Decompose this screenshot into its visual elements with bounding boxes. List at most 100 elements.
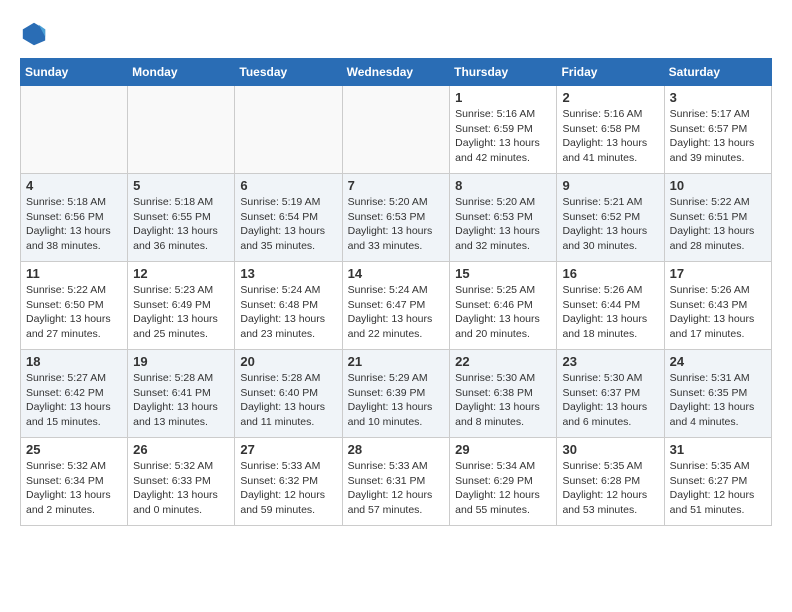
calendar-cell: 2 Sunrise: 5:16 AM Sunset: 6:58 PM Daylig… (557, 86, 664, 174)
day-info: Sunrise: 5:33 AM Sunset: 6:32 PM Dayligh… (240, 459, 336, 518)
calendar-cell (128, 86, 235, 174)
day-info: Sunrise: 5:24 AM Sunset: 6:48 PM Dayligh… (240, 283, 336, 342)
calendar-table: SundayMondayTuesdayWednesdayThursdayFrid… (20, 58, 772, 526)
calendar-cell: 16 Sunrise: 5:26 AM Sunset: 6:44 PM Dayli… (557, 262, 664, 350)
calendar-cell: 13 Sunrise: 5:24 AM Sunset: 6:48 PM Dayli… (235, 262, 342, 350)
calendar-cell: 11Sunrise: 5:22 AM Sunset: 6:50 PM Dayli… (21, 262, 128, 350)
calendar-week-row: 18 Sunrise: 5:27 AM Sunset: 6:42 PM Dayli… (21, 350, 772, 438)
calendar-cell: 24 Sunrise: 5:31 AM Sunset: 6:35 PM Dayli… (664, 350, 771, 438)
day-number: 20 (240, 354, 336, 369)
day-number: 6 (240, 178, 336, 193)
day-number: 14 (348, 266, 445, 281)
day-number: 24 (670, 354, 766, 369)
calendar-cell: 20 Sunrise: 5:28 AM Sunset: 6:40 PM Dayli… (235, 350, 342, 438)
col-header-sunday: Sunday (21, 59, 128, 86)
day-number: 22 (455, 354, 551, 369)
day-info: Sunrise: 5:30 AM Sunset: 6:38 PM Dayligh… (455, 371, 551, 430)
day-number: 19 (133, 354, 229, 369)
day-info: Sunrise: 5:25 AM Sunset: 6:46 PM Dayligh… (455, 283, 551, 342)
logo-icon (20, 20, 48, 48)
calendar-cell: 14 Sunrise: 5:24 AM Sunset: 6:47 PM Dayli… (342, 262, 450, 350)
calendar-cell: 25 Sunrise: 5:32 AM Sunset: 6:34 PM Dayli… (21, 438, 128, 526)
calendar-cell: 27 Sunrise: 5:33 AM Sunset: 6:32 PM Dayli… (235, 438, 342, 526)
col-header-tuesday: Tuesday (235, 59, 342, 86)
header-row: SundayMondayTuesdayWednesdayThursdayFrid… (21, 59, 772, 86)
calendar-week-row: 1 Sunrise: 5:16 AM Sunset: 6:59 PM Daylig… (21, 86, 772, 174)
day-info: Sunrise: 5:22 AM Sunset: 6:50 PM Dayligh… (26, 283, 122, 342)
day-number: 26 (133, 442, 229, 457)
day-info: Sunrise: 5:17 AM Sunset: 6:57 PM Dayligh… (670, 107, 766, 166)
calendar-cell: 15 Sunrise: 5:25 AM Sunset: 6:46 PM Dayli… (450, 262, 557, 350)
day-number: 29 (455, 442, 551, 457)
day-info: Sunrise: 5:35 AM Sunset: 6:28 PM Dayligh… (562, 459, 658, 518)
calendar-cell: 23 Sunrise: 5:30 AM Sunset: 6:37 PM Dayli… (557, 350, 664, 438)
day-info: Sunrise: 5:34 AM Sunset: 6:29 PM Dayligh… (455, 459, 551, 518)
day-info: Sunrise: 5:31 AM Sunset: 6:35 PM Dayligh… (670, 371, 766, 430)
calendar-cell: 31Sunrise: 5:35 AM Sunset: 6:27 PM Dayli… (664, 438, 771, 526)
day-info: Sunrise: 5:24 AM Sunset: 6:47 PM Dayligh… (348, 283, 445, 342)
day-info: Sunrise: 5:18 AM Sunset: 6:56 PM Dayligh… (26, 195, 122, 254)
col-header-thursday: Thursday (450, 59, 557, 86)
calendar-cell: 7Sunrise: 5:20 AM Sunset: 6:53 PM Daylig… (342, 174, 450, 262)
day-number: 5 (133, 178, 229, 193)
calendar-cell (235, 86, 342, 174)
day-number: 23 (562, 354, 658, 369)
day-number: 13 (240, 266, 336, 281)
calendar-cell: 17Sunrise: 5:26 AM Sunset: 6:43 PM Dayli… (664, 262, 771, 350)
logo (20, 20, 52, 48)
day-info: Sunrise: 5:33 AM Sunset: 6:31 PM Dayligh… (348, 459, 445, 518)
day-info: Sunrise: 5:28 AM Sunset: 6:41 PM Dayligh… (133, 371, 229, 430)
day-info: Sunrise: 5:21 AM Sunset: 6:52 PM Dayligh… (562, 195, 658, 254)
page-header (20, 20, 772, 48)
calendar-cell: 18 Sunrise: 5:27 AM Sunset: 6:42 PM Dayli… (21, 350, 128, 438)
day-number: 10 (670, 178, 766, 193)
calendar-week-row: 25 Sunrise: 5:32 AM Sunset: 6:34 PM Dayli… (21, 438, 772, 526)
day-info: Sunrise: 5:23 AM Sunset: 6:49 PM Dayligh… (133, 283, 229, 342)
day-info: Sunrise: 5:32 AM Sunset: 6:33 PM Dayligh… (133, 459, 229, 518)
calendar-cell: 28 Sunrise: 5:33 AM Sunset: 6:31 PM Dayli… (342, 438, 450, 526)
day-number: 12 (133, 266, 229, 281)
calendar-cell (21, 86, 128, 174)
day-number: 18 (26, 354, 122, 369)
day-number: 25 (26, 442, 122, 457)
calendar-cell: 8 Sunrise: 5:20 AM Sunset: 6:53 PM Daylig… (450, 174, 557, 262)
calendar-cell: 1 Sunrise: 5:16 AM Sunset: 6:59 PM Daylig… (450, 86, 557, 174)
calendar-cell: 10 Sunrise: 5:22 AM Sunset: 6:51 PM Dayli… (664, 174, 771, 262)
day-number: 8 (455, 178, 551, 193)
day-number: 7 (348, 178, 445, 193)
calendar-cell: 29 Sunrise: 5:34 AM Sunset: 6:29 PM Dayli… (450, 438, 557, 526)
day-number: 2 (562, 90, 658, 105)
day-info: Sunrise: 5:19 AM Sunset: 6:54 PM Dayligh… (240, 195, 336, 254)
day-info: Sunrise: 5:26 AM Sunset: 6:44 PM Dayligh… (562, 283, 658, 342)
col-header-monday: Monday (128, 59, 235, 86)
calendar-cell: 4Sunrise: 5:18 AM Sunset: 6:56 PM Daylig… (21, 174, 128, 262)
day-number: 31 (670, 442, 766, 457)
calendar-cell: 30 Sunrise: 5:35 AM Sunset: 6:28 PM Dayli… (557, 438, 664, 526)
calendar-cell: 19 Sunrise: 5:28 AM Sunset: 6:41 PM Dayli… (128, 350, 235, 438)
day-info: Sunrise: 5:16 AM Sunset: 6:58 PM Dayligh… (562, 107, 658, 166)
day-number: 21 (348, 354, 445, 369)
day-number: 16 (562, 266, 658, 281)
day-info: Sunrise: 5:32 AM Sunset: 6:34 PM Dayligh… (26, 459, 122, 518)
col-header-wednesday: Wednesday (342, 59, 450, 86)
day-number: 1 (455, 90, 551, 105)
day-info: Sunrise: 5:30 AM Sunset: 6:37 PM Dayligh… (562, 371, 658, 430)
day-number: 3 (670, 90, 766, 105)
calendar-cell: 6 Sunrise: 5:19 AM Sunset: 6:54 PM Daylig… (235, 174, 342, 262)
col-header-friday: Friday (557, 59, 664, 86)
day-info: Sunrise: 5:27 AM Sunset: 6:42 PM Dayligh… (26, 371, 122, 430)
day-number: 28 (348, 442, 445, 457)
day-number: 27 (240, 442, 336, 457)
day-info: Sunrise: 5:28 AM Sunset: 6:40 PM Dayligh… (240, 371, 336, 430)
calendar-cell (342, 86, 450, 174)
day-number: 30 (562, 442, 658, 457)
calendar-cell: 12 Sunrise: 5:23 AM Sunset: 6:49 PM Dayli… (128, 262, 235, 350)
calendar-cell: 9 Sunrise: 5:21 AM Sunset: 6:52 PM Daylig… (557, 174, 664, 262)
day-info: Sunrise: 5:22 AM Sunset: 6:51 PM Dayligh… (670, 195, 766, 254)
day-number: 9 (562, 178, 658, 193)
day-number: 17 (670, 266, 766, 281)
day-info: Sunrise: 5:16 AM Sunset: 6:59 PM Dayligh… (455, 107, 551, 166)
day-info: Sunrise: 5:20 AM Sunset: 6:53 PM Dayligh… (455, 195, 551, 254)
day-info: Sunrise: 5:29 AM Sunset: 6:39 PM Dayligh… (348, 371, 445, 430)
day-number: 15 (455, 266, 551, 281)
